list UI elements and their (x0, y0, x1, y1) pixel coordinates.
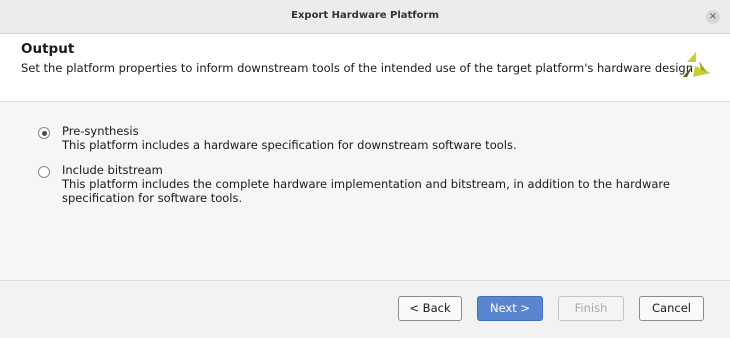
close-icon[interactable]: × (706, 10, 720, 24)
option-description: This platform includes a hardware specif… (62, 138, 517, 152)
window-title: Export Hardware Platform (291, 10, 439, 21)
option-description: This platform includes the complete hard… (62, 177, 670, 205)
wizard-header: Output Set the platform properties to in… (0, 34, 730, 102)
next-button[interactable]: Next > (477, 296, 543, 321)
page-description: Set the platform properties to inform do… (21, 61, 697, 75)
title-bar: Export Hardware Platform × (0, 0, 730, 34)
radio-include-bitstream[interactable] (38, 166, 50, 178)
page-title: Output (21, 41, 75, 57)
option-label[interactable]: Include bitstream (62, 163, 163, 177)
finish-button: Finish (558, 296, 624, 321)
option-label[interactable]: Pre-synthesis (62, 124, 139, 138)
cancel-button[interactable]: Cancel (639, 296, 704, 321)
button-bar: < Back Next > Finish Cancel (0, 281, 730, 338)
radio-pre-synthesis[interactable] (38, 127, 50, 139)
back-button[interactable]: < Back (398, 296, 462, 321)
options-panel: Pre-synthesis This platform includes a h… (0, 102, 730, 281)
vendor-logo-icon (683, 52, 711, 77)
